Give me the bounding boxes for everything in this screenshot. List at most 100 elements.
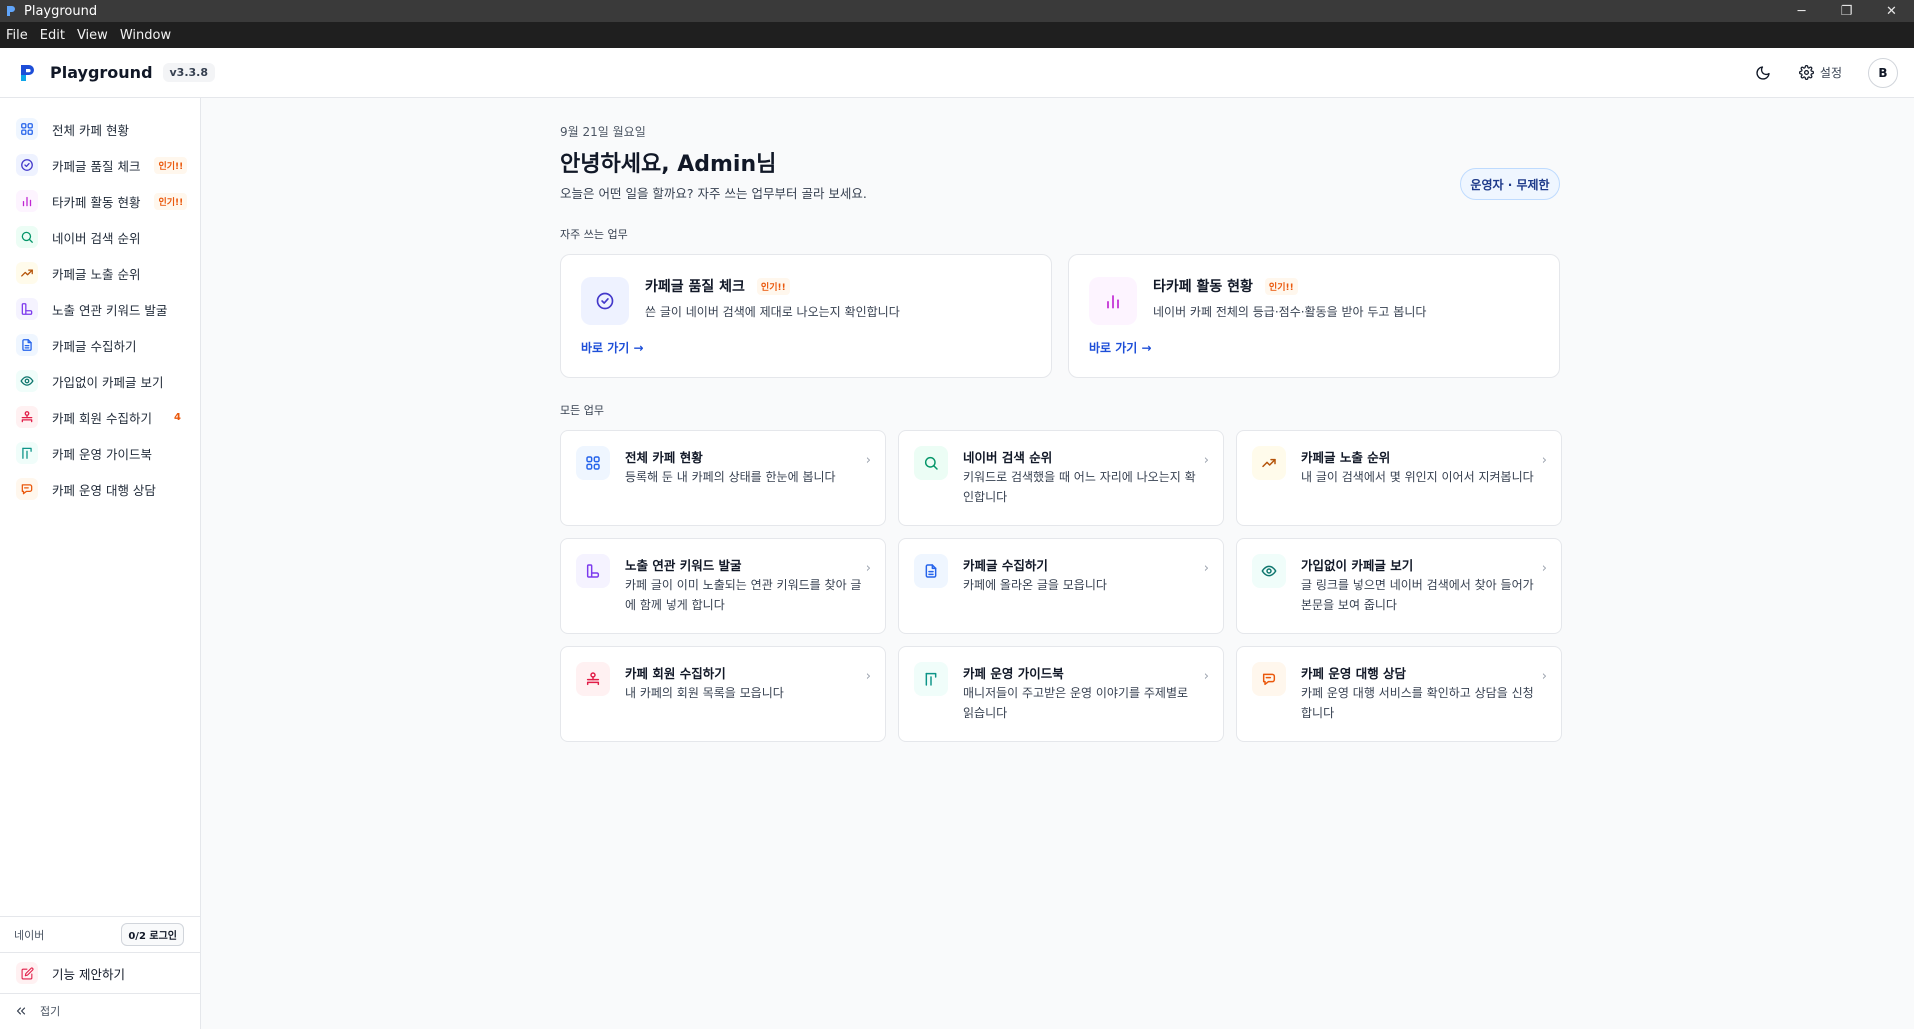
search-icon [914,446,948,480]
keyword-icon [16,298,38,320]
task-desc: 글 링크를 넣으면 네이버 검색에서 찾아 들어가 본문을 보여 줍니다 [1301,578,1534,612]
sidebar-item-0[interactable]: 전체 카페 현황 [0,111,200,147]
menu-bar: File Edit View Window [0,22,1914,48]
favorite-card-other-cafe-activity[interactable]: 타카페 활동 현황 인기!! 네이버 카페 전체의 등급·점수·활동을 받아 두… [1068,254,1560,378]
gear-icon [1798,65,1814,80]
sidebar-nav: 전체 카페 현황 카페글 품질 체크 인기!! 타카페 활동 현황 인기!! 네이버 검색… [0,98,200,507]
sidebar-item-label: 타카페 활동 현황 [52,194,141,210]
task-desc: 카페 글이 이미 노출되는 연관 키워드를 찾아 글에 함께 넣게 합니다 [625,578,862,612]
sidebar-item-4[interactable]: 카페글 노출 순위 [0,255,200,291]
bar-chart-icon [1089,277,1137,325]
hot-badge: 인기!! [1264,277,1298,295]
task-card[interactable]: 카페글 노출 순위 내 글이 검색에서 몇 위인지 이어서 지켜봅니다 › [1236,430,1562,526]
sidebar-item-5[interactable]: 노출 연관 키워드 발굴 [0,291,200,327]
window-title: Playground [24,3,98,19]
favorite-title-text: 타카페 활동 현황 [1153,279,1253,295]
settings-button[interactable]: 설정 [1798,64,1842,81]
menu-edit[interactable]: Edit [34,28,71,43]
sidebar-item-8[interactable]: 카페 회원 수집하기 4 [0,399,200,435]
trending-up-icon [1252,446,1286,480]
members-count-badge: 4 [173,411,181,423]
task-card[interactable]: 네이버 검색 순위 키워드로 검색했을 때 어느 자리에 나오는지 확인합니다 › [898,430,1224,526]
task-title: 네이버 검색 순위 [963,450,1053,465]
sidebar-item-10[interactable]: 카페 운영 대행 상담 [0,471,200,507]
chevron-right-icon: › [1203,453,1209,468]
sidebar-item-7[interactable]: 가입없이 카페글 보기 [0,363,200,399]
book-icon [16,442,38,464]
task-desc: 매니저들이 주고받은 운영 이야기를 주제별로 읽습니다 [963,686,1189,720]
task-card[interactable]: 가입없이 카페글 보기 글 링크를 넣으면 네이버 검색에서 찾아 들어가 본문을… [1236,538,1562,634]
close-button[interactable]: ✕ [1869,0,1914,22]
chevron-right-icon: › [865,669,871,684]
sidebar-footer: 네이버 0/2 로그인 기능 제안하기 접기 [0,916,200,1028]
sidebar-item-label: 전체 카페 현황 [52,122,129,138]
sidebar-item-9[interactable]: 카페 운영 가이드북 [0,435,200,471]
minimize-button[interactable]: ─ [1779,0,1824,22]
all-tasks-section-label: 모든 업무 [560,404,604,417]
document-icon [16,334,38,356]
double-chevron-left-icon [16,1007,26,1015]
sidebar-item-1[interactable]: 카페글 품질 체크 인기!! [0,147,200,183]
collapse-label: 접기 [40,1005,61,1018]
sidebar-item-label: 카페 회원 수집하기 [52,410,152,426]
hot-badge: 인기!! [756,277,790,295]
chevron-right-icon: › [865,453,871,468]
dark-mode-toggle-icon[interactable] [1749,59,1777,87]
greeting-title: 안녕하세요, Admin님 [560,152,777,177]
sidebar-item-2[interactable]: 타카페 활동 현황 인기!! [0,183,200,219]
go-link[interactable]: 바로 가기 → [581,339,644,356]
grid-icon [16,118,38,140]
user-avatar[interactable]: B [1868,57,1898,88]
app-header: Playground v3.3.8 설정 B [0,48,1914,98]
sidebar: 전체 카페 현황 카페글 품질 체크 인기!! 타카페 활동 현황 인기!! 네이버 검색… [0,98,201,1029]
chevron-right-icon: › [1203,669,1209,684]
favorite-card-desc: 쓴 글이 네이버 검색에 제대로 나오는지 확인합니다 [645,305,900,319]
current-date: 9월 21일 월요일 [560,125,646,139]
task-card[interactable]: 전체 카페 현황 등록해 둔 내 카페의 상태를 한눈에 봅니다 › [560,430,886,526]
check-circle-icon [581,277,629,325]
sidebar-item-6[interactable]: 카페글 수집하기 [0,327,200,363]
task-desc: 내 카페의 회원 목록을 모읍니다 [625,686,784,700]
sidebar-item-label: 카페 운영 대행 상담 [52,482,156,498]
favorite-card-quality-check[interactable]: 카페글 품질 체크 인기!! 쓴 글이 네이버 검색에 제대로 나오는지 확인합… [560,254,1052,378]
grid-icon [576,446,610,480]
suggest-feature-button[interactable]: 기능 제안하기 [0,952,200,994]
task-title: 카페 운영 대행 상담 [1301,666,1407,681]
task-title: 전체 카페 현황 [625,450,703,465]
eye-icon [16,370,38,392]
document-icon [914,554,948,588]
task-desc: 카페 운영 대행 서비스를 확인하고 상담을 신청합니다 [1301,686,1534,720]
task-card[interactable]: 카페 회원 수집하기 내 카페의 회원 목록을 모읍니다 › [560,646,886,742]
naver-account-row: 네이버 0/2 로그인 [0,916,200,952]
task-title: 카페글 수집하기 [963,558,1048,573]
task-card[interactable]: 카페글 수집하기 카페에 올라온 글을 모읍니다 › [898,538,1224,634]
brand-logo-icon [18,63,38,83]
keyword-icon [576,554,610,588]
go-link[interactable]: 바로 가기 → [1089,339,1152,356]
sidebar-item-label: 카페 운영 가이드북 [52,446,152,462]
window-titlebar: Playground ─ ❐ ✕ [0,0,1914,22]
hot-badge: 인기!! [154,156,188,174]
task-card[interactable]: 카페 운영 가이드북 매니저들이 주고받은 운영 이야기를 주제별로 읽습니다 › [898,646,1224,742]
sidebar-item-3[interactable]: 네이버 검색 순위 [0,219,200,255]
trending-up-icon [16,262,38,284]
members-icon [16,406,38,428]
chevron-right-icon: › [865,561,871,576]
version-badge: v3.3.8 [162,63,216,82]
menu-file[interactable]: File [0,28,34,43]
login-status-badge[interactable]: 0/2 로그인 [121,923,184,946]
menu-view[interactable]: View [71,28,114,43]
greeting-subtitle: 오늘은 어떤 일을 할까요? 자주 쓰는 업무부터 골라 보세요. [560,186,867,201]
chat-icon [16,478,38,500]
collapse-sidebar-button[interactable]: 접기 [0,994,200,1028]
bar-chart-icon [16,190,38,212]
edit-icon [16,962,38,984]
restore-button[interactable]: ❐ [1824,0,1869,22]
task-title: 카페글 노출 순위 [1301,450,1391,465]
book-icon [914,662,948,696]
brand[interactable]: Playground v3.3.8 [18,63,216,83]
task-card[interactable]: 카페 운영 대행 상담 카페 운영 대행 서비스를 확인하고 상담을 신청합니다 › [1236,646,1562,742]
sidebar-item-label: 카페글 수집하기 [52,338,137,354]
menu-window[interactable]: Window [114,28,177,43]
task-card[interactable]: 노출 연관 키워드 발굴 카페 글이 이미 노출되는 연관 키워드를 찾아 글에 … [560,538,886,634]
